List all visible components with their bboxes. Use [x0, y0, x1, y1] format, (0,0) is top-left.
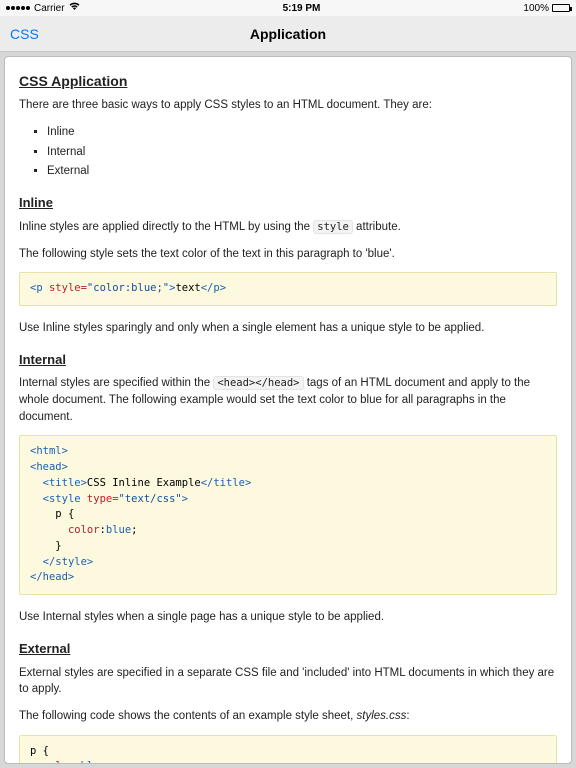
doc-heading: CSS Application — [19, 71, 557, 91]
inline-p1: Inline styles are applied directly to th… — [19, 219, 557, 236]
wifi-icon — [69, 2, 80, 14]
status-bar: Carrier 5:19 PM 100% — [0, 0, 576, 16]
internal-p1: Internal styles are specified within the… — [19, 375, 557, 425]
intro-text: There are three basic ways to apply CSS … — [19, 97, 557, 114]
code-inline: style — [313, 220, 353, 234]
internal-p2: Use Internal styles when a single page h… — [19, 609, 557, 626]
external-p1: External styles are specified in a separ… — [19, 665, 557, 698]
code-inline: <head></head> — [213, 376, 303, 390]
code-block-internal: <html> <head> <title>CSS Inline Example<… — [19, 435, 557, 595]
navigation-bar: CSS Application — [0, 16, 576, 52]
code-block-external-css: p { color:blue; } — [19, 735, 557, 764]
section-heading-external: External — [19, 640, 557, 659]
content-card[interactable]: CSS Application There are three basic wa… — [4, 56, 572, 764]
inline-p3: Use Inline styles sparingly and only whe… — [19, 320, 557, 337]
list-item: Inline — [47, 124, 557, 141]
back-button[interactable]: CSS — [10, 26, 39, 42]
external-p2: The following code shows the contents of… — [19, 708, 557, 725]
battery-icon — [552, 4, 570, 12]
ways-list: Inline Internal External — [19, 124, 557, 180]
carrier-label: Carrier — [34, 3, 65, 14]
list-item: External — [47, 163, 557, 180]
content-frame: CSS Application There are three basic wa… — [0, 52, 576, 768]
list-item: Internal — [47, 144, 557, 161]
inline-p2: The following style sets the text color … — [19, 246, 557, 263]
signal-icon — [6, 6, 30, 10]
section-heading-inline: Inline — [19, 194, 557, 213]
code-block-inline: <p style="color:blue;">text</p> — [19, 272, 557, 306]
page-title: Application — [250, 26, 326, 42]
clock: 5:19 PM — [283, 3, 321, 14]
battery-percent: 100% — [523, 3, 549, 14]
device-frame: Carrier 5:19 PM 100% CSS Application CSS… — [0, 0, 576, 768]
section-heading-internal: Internal — [19, 351, 557, 370]
